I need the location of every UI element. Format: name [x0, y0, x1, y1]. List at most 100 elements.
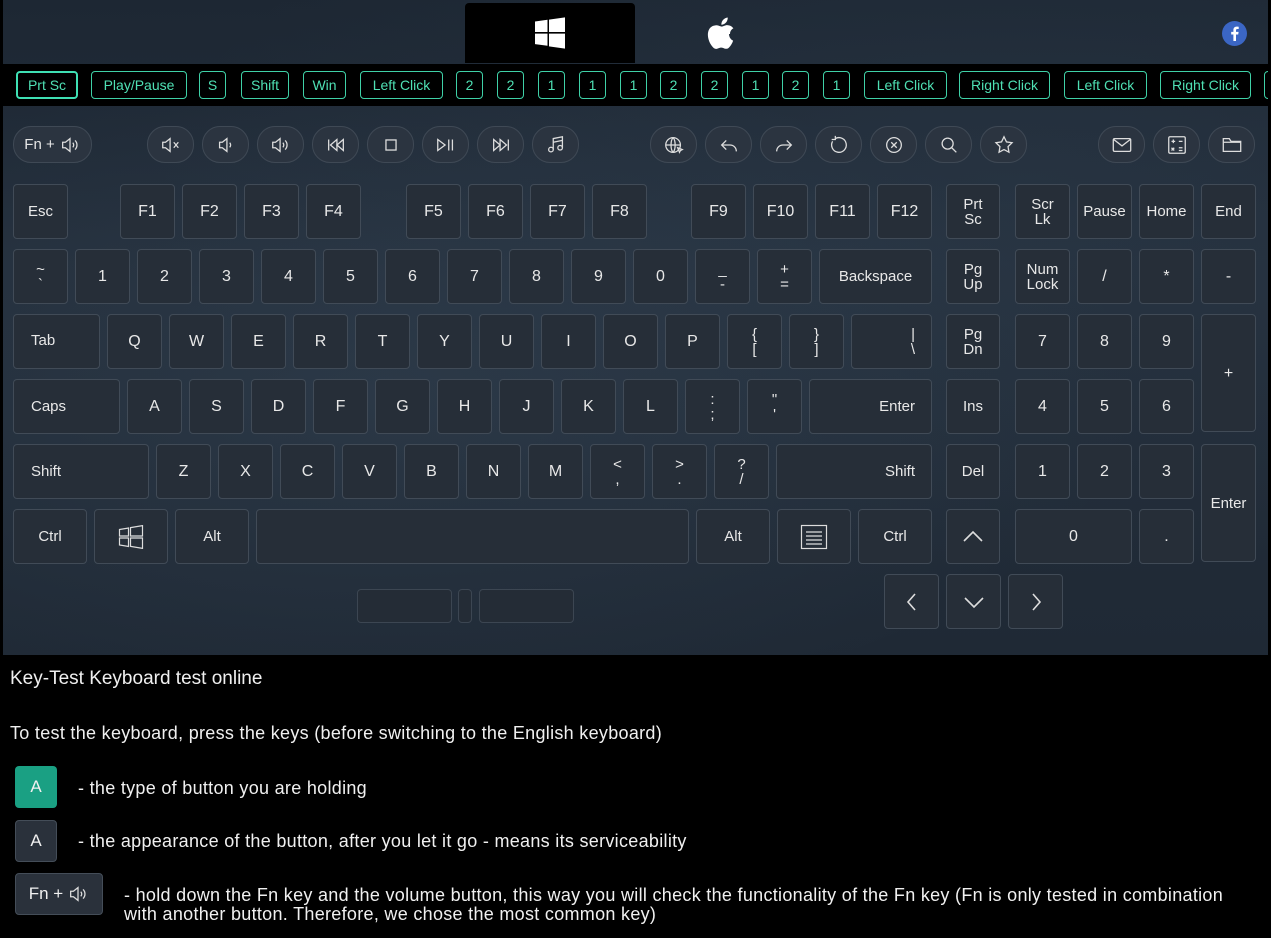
key-left-bracket[interactable]: {[ — [727, 314, 782, 369]
key-home[interactable]: Home — [1139, 184, 1194, 239]
key-q[interactable]: Q — [107, 314, 162, 369]
key-numpad-0[interactable]: 0 — [1015, 509, 1132, 564]
key-7[interactable]: 7 — [447, 249, 502, 304]
key-num-lock[interactable]: Num Lock — [1015, 249, 1070, 304]
key-equal[interactable]: + = — [757, 249, 812, 304]
key-v[interactable]: V — [342, 444, 397, 499]
key-numpad-multiply[interactable]: * — [1139, 249, 1194, 304]
search-key[interactable] — [925, 126, 972, 163]
key-numpad-enter[interactable]: Enter — [1201, 444, 1256, 562]
key-end[interactable]: End — [1201, 184, 1256, 239]
key-p[interactable]: P — [665, 314, 720, 369]
key-x[interactable]: X — [218, 444, 273, 499]
key-arrow-up[interactable] — [946, 509, 1000, 564]
back-key[interactable] — [705, 126, 752, 163]
key-o[interactable]: O — [603, 314, 658, 369]
key-n[interactable]: N — [466, 444, 521, 499]
key-arrow-down[interactable] — [946, 574, 1001, 629]
key-comma[interactable]: <, — [590, 444, 645, 499]
key-scroll-lock[interactable]: Scr Lk — [1015, 184, 1070, 239]
music-key[interactable] — [532, 126, 579, 163]
key-numpad-7[interactable]: 7 — [1015, 314, 1070, 369]
key-y[interactable]: Y — [417, 314, 472, 369]
key-numpad-3[interactable]: 3 — [1139, 444, 1194, 499]
key-f11[interactable]: F11 — [815, 184, 870, 239]
key-8[interactable]: 8 — [509, 249, 564, 304]
facebook-icon[interactable] — [1222, 21, 1247, 46]
tab-windows[interactable] — [465, 3, 635, 63]
key-f12[interactable]: F12 — [877, 184, 932, 239]
key-minus[interactable]: _ - — [695, 249, 750, 304]
key-arrow-right[interactable] — [1008, 574, 1063, 629]
key-caps-lock[interactable]: Caps — [13, 379, 120, 434]
key-numpad-4[interactable]: 4 — [1015, 379, 1070, 434]
key-f10[interactable]: F10 — [753, 184, 808, 239]
key-tab[interactable]: Tab — [13, 314, 100, 369]
key-j[interactable]: J — [499, 379, 554, 434]
forward-key[interactable] — [760, 126, 807, 163]
key-print-screen[interactable]: Prt Sc — [946, 184, 1000, 239]
key-l[interactable]: L — [623, 379, 678, 434]
key-delete[interactable]: Del — [946, 444, 1000, 499]
key-right-alt[interactable]: Alt — [696, 509, 770, 564]
key-f6[interactable]: F6 — [468, 184, 523, 239]
touchpad-right-button[interactable] — [479, 589, 574, 623]
key-insert[interactable]: Ins — [946, 379, 1000, 434]
key-numpad-8[interactable]: 8 — [1077, 314, 1132, 369]
key-arrow-left[interactable] — [884, 574, 939, 629]
key-win[interactable] — [94, 509, 168, 564]
stop-key[interactable] — [367, 126, 414, 163]
key-numpad-2[interactable]: 2 — [1077, 444, 1132, 499]
key-right-shift[interactable]: Shift — [776, 444, 932, 499]
key-6[interactable]: 6 — [385, 249, 440, 304]
mail-key[interactable] — [1098, 126, 1145, 163]
touchpad-middle-button[interactable] — [458, 589, 472, 623]
key-k[interactable]: K — [561, 379, 616, 434]
key-b[interactable]: B — [404, 444, 459, 499]
favorites-key[interactable] — [980, 126, 1027, 163]
key-m[interactable]: M — [528, 444, 583, 499]
key-numpad-5[interactable]: 5 — [1077, 379, 1132, 434]
key-esc[interactable]: Esc — [13, 184, 68, 239]
key-s[interactable]: S — [189, 379, 244, 434]
key-right-ctrl[interactable]: Ctrl — [858, 509, 932, 564]
key-space[interactable] — [256, 509, 689, 564]
key-tilde[interactable]: ~ ` — [13, 249, 68, 304]
key-numpad-6[interactable]: 6 — [1139, 379, 1194, 434]
tab-mac[interactable] — [636, 3, 806, 63]
key-t[interactable]: T — [355, 314, 410, 369]
key-e[interactable]: E — [231, 314, 286, 369]
key-4[interactable]: 4 — [261, 249, 316, 304]
key-1[interactable]: 1 — [75, 249, 130, 304]
key-f9[interactable]: F9 — [691, 184, 746, 239]
key-f1[interactable]: F1 — [120, 184, 175, 239]
key-quote[interactable]: " ' — [747, 379, 802, 434]
previous-track-key[interactable] — [312, 126, 359, 163]
key-3[interactable]: 3 — [199, 249, 254, 304]
key-r[interactable]: R — [293, 314, 348, 369]
key-d[interactable]: D — [251, 379, 306, 434]
key-left-shift[interactable]: Shift — [13, 444, 149, 499]
key-numpad-divide[interactable]: / — [1077, 249, 1132, 304]
key-numpad-decimal[interactable]: . — [1139, 509, 1194, 564]
key-page-up[interactable]: Pg Up — [946, 249, 1000, 304]
key-z[interactable]: Z — [156, 444, 211, 499]
key-a[interactable]: A — [127, 379, 182, 434]
key-enter[interactable]: Enter — [809, 379, 932, 434]
key-5[interactable]: 5 — [323, 249, 378, 304]
key-backslash[interactable]: | \ — [851, 314, 932, 369]
key-g[interactable]: G — [375, 379, 430, 434]
refresh-key[interactable] — [815, 126, 862, 163]
key-menu[interactable] — [777, 509, 851, 564]
key-right-bracket[interactable]: }] — [789, 314, 844, 369]
key-numpad-9[interactable]: 9 — [1139, 314, 1194, 369]
key-slash[interactable]: ? / — [714, 444, 769, 499]
key-pause[interactable]: Pause — [1077, 184, 1132, 239]
close-key[interactable] — [870, 126, 917, 163]
key-9[interactable]: 9 — [571, 249, 626, 304]
key-left-alt[interactable]: Alt — [175, 509, 249, 564]
web-key[interactable] — [650, 126, 697, 163]
key-period[interactable]: >. — [652, 444, 707, 499]
key-w[interactable]: W — [169, 314, 224, 369]
key-f7[interactable]: F7 — [530, 184, 585, 239]
